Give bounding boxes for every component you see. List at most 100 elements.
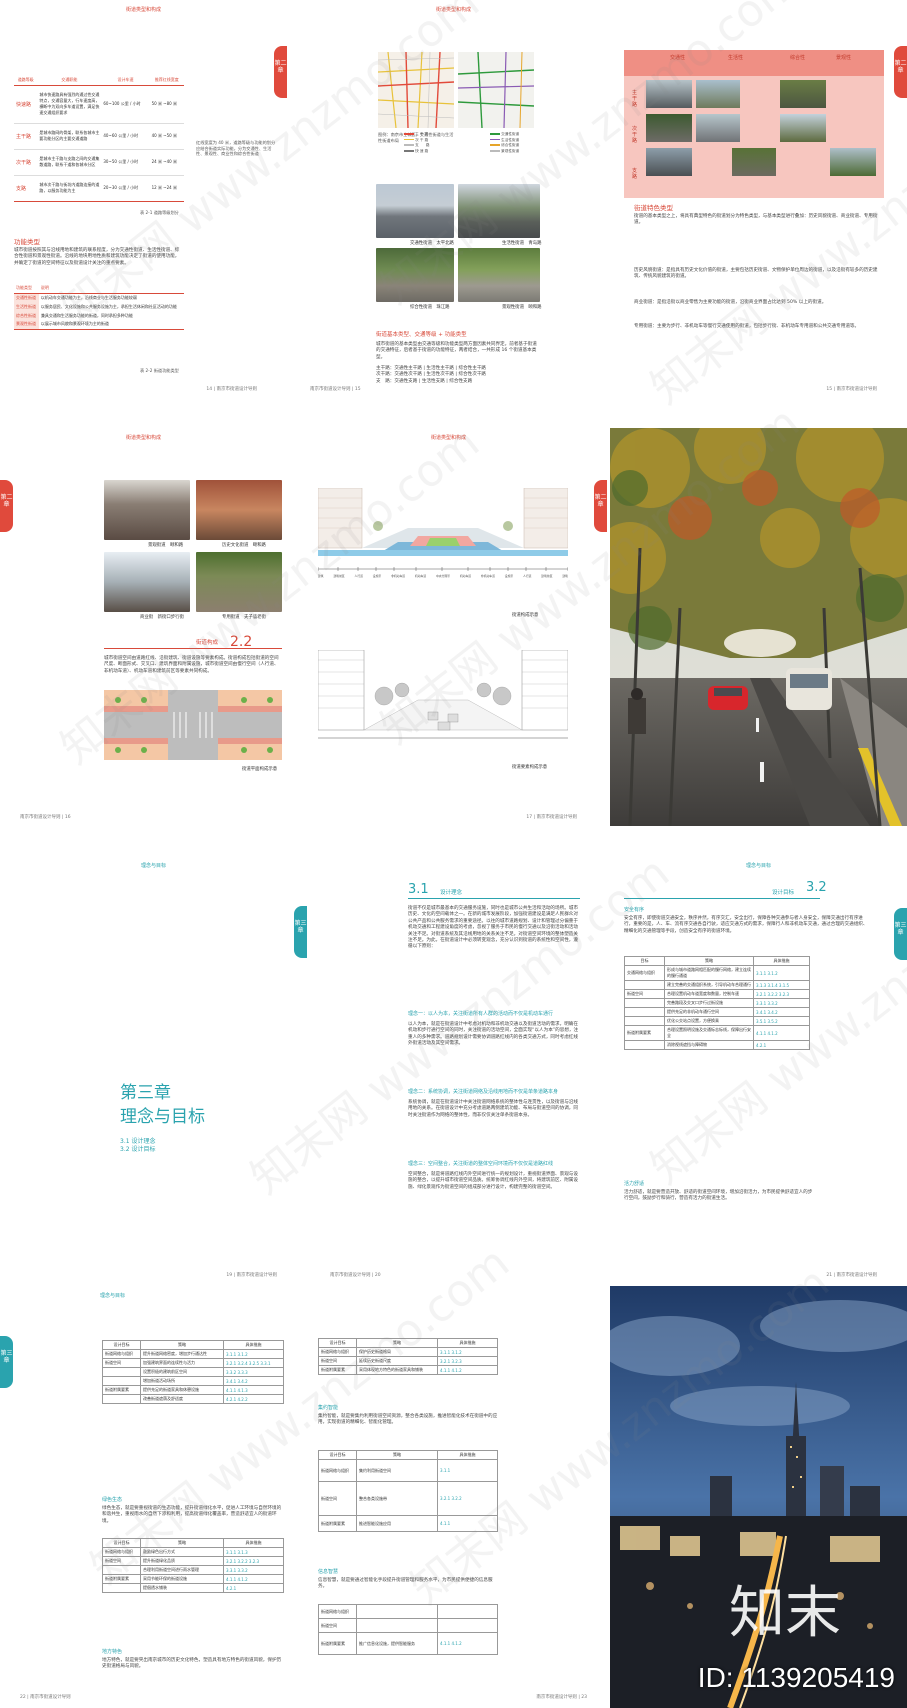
body-paragraph: 绿色生态，就是要重视街道的生态功能，提升街道绿化水平，促进人工环境与自然环境的和… (102, 1506, 282, 1524)
table-cell: 支路 (14, 175, 38, 202)
principle-title: 理念二：系统协调，关注街道网络及沿线用地而不仅是单条道路本身 (408, 1089, 559, 1095)
table-cell: 采用节能环保的街道设施 (140, 1574, 224, 1584)
chapter-tab[interactable]: 第三章 (894, 908, 907, 960)
table-cell[interactable]: 4.2.1 (753, 1040, 810, 1050)
chapter-tab[interactable]: 第二章 (894, 46, 907, 98)
table-cell[interactable]: 4.2.1 4.2.2 (223, 1394, 284, 1404)
page-footer: 21 | 南京市街道设计导则 (826, 1273, 877, 1278)
table-cell[interactable]: 3.3.1 3.3.2 (753, 998, 810, 1008)
table-cell (356, 1618, 438, 1633)
legend-item: 次 干 路 (415, 137, 429, 142)
table-cell: 交通网络与组织 (624, 965, 665, 981)
table-header: 策略 (664, 956, 754, 966)
chapter-tab[interactable]: 第二章 (0, 480, 13, 532)
chapter-tab[interactable]: 第三章 (0, 1336, 13, 1388)
photo-caption: 景观性街道 颐和路 (502, 305, 542, 310)
body-paragraph: 专用街道：主要为步行、非机动车等慢行交通使用的街道，包括步行街、非机动车专用道和… (634, 324, 860, 329)
table-cell[interactable]: 3.1.1 3.1.2 (223, 1349, 284, 1359)
street-elements-sketch (318, 650, 568, 739)
table-cell[interactable]: 4.1.1 4.1.2 (223, 1574, 284, 1584)
table-cell[interactable] (437, 1604, 498, 1619)
character-goal-table: 设计目标 策略 具体措施 街道网络与组织 保护历史街道格局 3.1.1 3.1.2 街道… (318, 1338, 498, 1375)
table-cell[interactable]: 3.5.1 3.5.2 (753, 1016, 810, 1026)
page-19: 理念与目标 第三章 第三章 理念与目标 3.1 设计理念 3.2 设计目标 19… (0, 856, 307, 1286)
page-footer: 南京市街道设计导则 | 15 (310, 387, 361, 392)
table-cell: 形成与城市道路网相匹配的慢行网络，建立连续的慢行通道 (664, 965, 754, 981)
axis-label: 设施带 (504, 574, 514, 578)
table-cell[interactable]: 4.1.1 4.1.2 (753, 1025, 810, 1041)
road-grade-table: 道路等级 交通职能 设计车速 推荐红线宽度 快速路 城市快速路具有强烈的通过性交通特点，… (14, 76, 184, 202)
table-cell[interactable]: 3.1.1 (437, 1459, 498, 1482)
matrix-photo (696, 80, 740, 108)
table-cell: 城市快速路具有强烈的通过性交通特点，交通容量大，行车速度高，横断中为双向多车道设… (37, 85, 102, 124)
chapter-number: 第三章 (120, 1083, 171, 1103)
table-cell[interactable]: 4.1.1 4.1.2 (437, 1365, 498, 1375)
table-cell[interactable]: 3.2.1 3.2.2 3.2.3 (753, 989, 810, 999)
table-cell[interactable]: 3.2.1 3.2.2 (437, 1481, 498, 1516)
table-cell[interactable]: 3.3.1 3.3.2 (223, 1565, 284, 1575)
page-footer: 19 | 南京市街道设计导则 (226, 1273, 277, 1278)
table-cell: 保护历史街道格局 (356, 1347, 438, 1357)
axis-label: 中央分隔带 (435, 574, 450, 578)
toc-item[interactable]: 3.2 设计目标 (120, 1144, 155, 1153)
street-plan-diagram (104, 690, 282, 760)
principle-text: 系统协调，就是在街道设计中关注街道网络系统的整体性与连贯性，以及街道与沿线用地的… (408, 1100, 578, 1118)
table-header: 策略 (140, 1538, 224, 1548)
page-footer: 14 | 南京市街道设计导则 (206, 387, 257, 392)
table-cell[interactable]: 3.1.3 3.1.4 3.1.5 (753, 980, 810, 990)
table-cell[interactable]: 3.1.1 3.1.2 (437, 1347, 498, 1357)
side-note: 红线宽度为 40 米，道路等级与功能的划分应结合街道实际功能，分为交通性、生活性… (196, 140, 276, 157)
table-cell: 采用体现地方特色的街道家具和铺装 (356, 1365, 438, 1375)
principle-title: 理念三：空间整合，关注街道的整体空间环境而不仅仅是道路红线 (408, 1161, 554, 1167)
table-cell[interactable]: 3.2.1 3.2.4 3.2.5 3.3.1 (223, 1358, 284, 1368)
type-list: 主干路：交通性主干路 | 生活性主干路 | 综合性主干路 次干路：交通性次干路 … (376, 366, 540, 385)
table-cell: 20~30 公里 / 小时 (101, 175, 150, 202)
table-cell[interactable]: 4.1.1 (437, 1515, 498, 1532)
table-cell[interactable]: 3.3.2 3.3.3 (223, 1367, 284, 1377)
section-title: 设计目标 (772, 890, 795, 896)
axis-label: 设施带 (372, 574, 382, 578)
chapter-tab[interactable]: 第二章 (594, 480, 607, 532)
table-cell[interactable]: 3.2.1 3.2.3 (437, 1356, 498, 1366)
photo-caption: 综合性街道 珠江路 (410, 305, 450, 310)
subsection-title: 信息智慧 (318, 1569, 339, 1575)
table-cell[interactable]: 3.1.1 3.1.3 (223, 1547, 284, 1557)
legend-item: 主 干 路 (415, 132, 429, 136)
table-cell: 街道附属要素 (318, 1632, 357, 1655)
table-cell: 提供充足的街道家具和休憩设施 (140, 1385, 224, 1395)
table-cell: 快速路 (14, 85, 38, 124)
table-header: 设计车速 (101, 76, 150, 86)
table-cell[interactable]: 3.1.1 3.1.2 (753, 965, 810, 981)
chapter-tab[interactable]: 第二章 (274, 46, 287, 98)
vitality-goal-table: 设计目标 策略 具体措施 街道网络与组织 提升街道网络密度，增加步行通达性 3.1.1 … (102, 1340, 284, 1404)
section-number: 3.2 (806, 880, 827, 895)
chapter-tab[interactable]: 第三章 (294, 906, 307, 958)
table-cell[interactable] (437, 1618, 498, 1633)
street-photo (458, 248, 540, 302)
photo-caption: 生活性街道 青岛路 (502, 241, 542, 246)
table-cell: 街道空间 (624, 989, 665, 999)
matrix-header: 交通性 (670, 55, 686, 61)
section-title: 功能类型 (14, 238, 40, 246)
table-cell: 交通性街道 (14, 293, 39, 302)
table-cell[interactable]: 3.2.1 3.2.2 3.2.3 (223, 1556, 284, 1566)
table-cell[interactable]: 4.1.1 4.1.2 (437, 1632, 498, 1655)
table-cell[interactable]: 3.4.1 3.4.2 (223, 1376, 284, 1386)
table-cell[interactable]: 3.4.1 3.4.2 (753, 1007, 810, 1017)
table-cell[interactable]: 4.2.1 (223, 1583, 284, 1593)
smart-goal-table: 街道网络与组织 街道空间 街道附属要素 推广信息化设施，提供智能服务 4.1.1 4… (318, 1604, 498, 1655)
table-header: 说明 (38, 284, 184, 294)
table-header: 策略 (356, 1450, 438, 1460)
page-15a: 街道类型和构成 图例：南京市主城区，交通性街道与生活性街道布局 主 干 路 次 … (290, 0, 617, 400)
section-number: 3.1 (408, 882, 429, 897)
table-header: 设计目标 (318, 1338, 357, 1348)
table-cell[interactable]: 4.1.1 4.1.3 (223, 1385, 284, 1395)
diagram-caption: 街道构成示意 (512, 613, 539, 618)
subsection-title: 绿色生态 (102, 1497, 123, 1503)
matrix-header: 景观性 (836, 55, 852, 61)
principle-title: 理念一：以人为本，关注街道所有人群的活动而不仅是机动车通行 (408, 1011, 554, 1017)
page-footer: 南京市街道设计导则 | 20 (330, 1273, 381, 1278)
page-footer: 南京市街道设计导则 | 23 (536, 1695, 587, 1700)
table-cell: 合理设置机动车道宽度和数量，控制车速 (664, 989, 754, 999)
photo-caption: 交通性街道 太平北路 (410, 241, 454, 246)
